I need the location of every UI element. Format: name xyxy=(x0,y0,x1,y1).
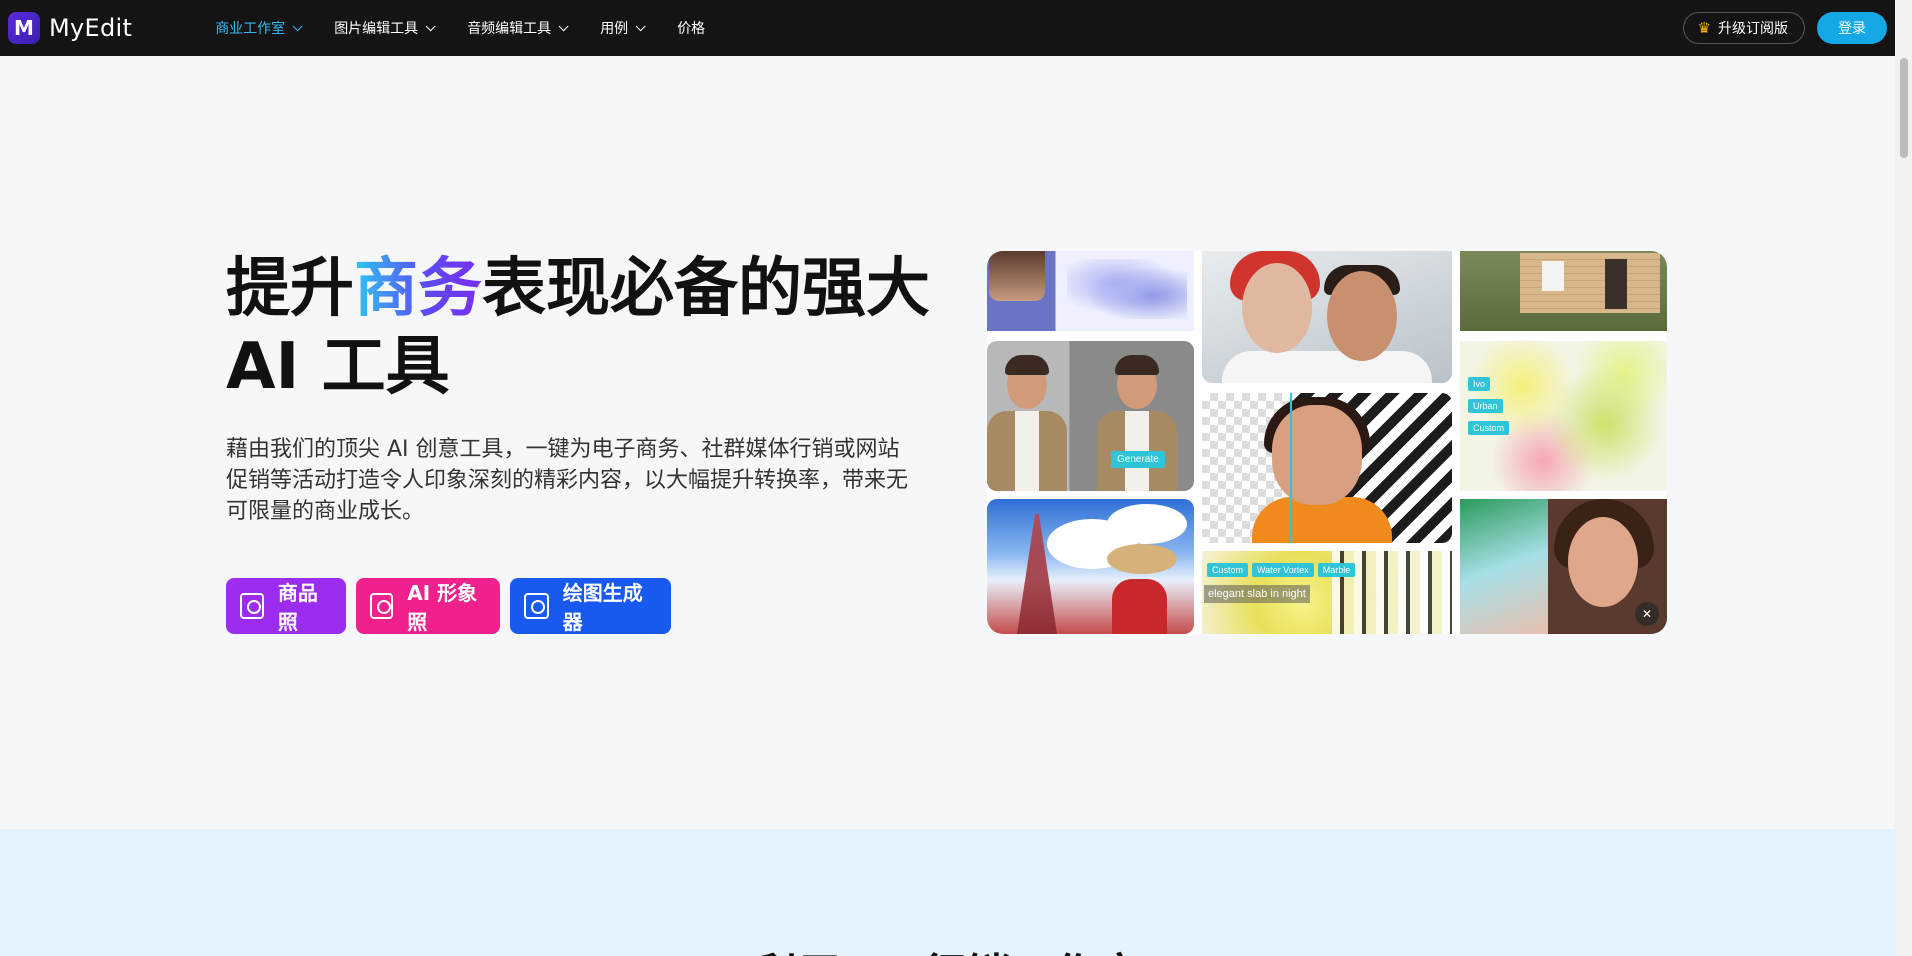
style-tag: Custom xyxy=(1207,563,1249,577)
mosaic-tile-travel xyxy=(987,499,1194,634)
page-scrollbar[interactable] xyxy=(1895,0,1912,956)
dress-image xyxy=(1112,579,1167,634)
main-menu: 商业工作室 图片编辑工具 音频编辑工具 用例 价格 xyxy=(215,18,740,38)
compare-divider xyxy=(1290,393,1292,543)
nav-item-business-studio[interactable]: 商业工作室 xyxy=(215,18,303,38)
style-tag: Custom xyxy=(1468,421,1510,435)
face-image xyxy=(1242,263,1312,353)
logo-text: MyEdit xyxy=(49,14,133,42)
person-image xyxy=(1097,351,1177,491)
person-image xyxy=(987,351,1067,491)
nav-item-use-cases[interactable]: 用例 xyxy=(600,18,646,38)
mosaic-tile-floral: Ivo Urban Custom xyxy=(1460,341,1667,491)
door-shape xyxy=(1605,259,1627,309)
mosaic-tile-couple xyxy=(1202,251,1452,383)
hero-title-highlight: 商务 xyxy=(354,252,482,326)
nav-item-pricing[interactable]: 价格 xyxy=(677,18,705,38)
top-navbar: M MyEdit 商业工作室 图片编辑工具 音频编辑工具 用例 价格 ♛ 升级订… xyxy=(0,0,1895,56)
face-image xyxy=(1568,517,1638,607)
mosaic-tile-texture: Custom Water Vortex Marble elegant slab … xyxy=(1202,551,1452,634)
chevron-down-icon xyxy=(558,20,569,31)
upgrade-button[interactable]: ♛ 升级订阅版 xyxy=(1682,12,1805,44)
cta-group: 商品照 AI 形象照 绘图生成器 xyxy=(226,578,681,634)
style-tag: Ivo xyxy=(1468,377,1491,391)
crown-icon: ♛ xyxy=(1697,19,1711,37)
hero-title-line2: AI 工具 xyxy=(226,330,450,404)
mosaic-tile-house xyxy=(1460,251,1667,331)
hero-title-post: 表现必备的强大 xyxy=(482,252,930,326)
generate-tag: Generate xyxy=(1111,451,1165,468)
section-title: 利用 AI 行销工作室 xyxy=(0,939,1895,956)
mosaic-tile-background-change: Generate xyxy=(987,341,1194,491)
nav-item-photo-tools[interactable]: 图片编辑工具 xyxy=(334,18,436,38)
nav-item-audio-tools[interactable]: 音频编辑工具 xyxy=(467,18,569,38)
sketch-image xyxy=(1067,259,1187,319)
nav-item-label: 音频编辑工具 xyxy=(467,21,552,37)
product-photo-icon xyxy=(240,593,264,619)
cloud-shape xyxy=(1107,504,1187,544)
style-tag: Marble xyxy=(1317,563,1356,577)
hero-title-pre: 提升 xyxy=(226,252,354,326)
cta-label: 绘图生成器 xyxy=(562,581,643,634)
hero-description: 藉由我们的顶尖 AI 创意工具，一键为电子商务、社群媒体行销或网站促销等活动打造… xyxy=(226,437,909,524)
portrait-image xyxy=(989,251,1045,301)
style-tags: Custom Water Vortex Marble xyxy=(1207,563,1359,577)
chevron-down-icon xyxy=(292,20,303,31)
logo-icon: M xyxy=(8,12,40,44)
nav-item-label: 商业工作室 xyxy=(215,21,286,37)
face-image xyxy=(1272,405,1362,505)
style-tag: Water Vortex xyxy=(1252,563,1314,577)
image-generator-button[interactable]: 绘图生成器 xyxy=(510,578,671,634)
image-generator-icon xyxy=(524,593,549,619)
mute-icon[interactable]: ✕ xyxy=(1635,602,1659,626)
nav-item-label: 价格 xyxy=(677,21,706,37)
nav-actions: ♛ 升级订阅版 登录 xyxy=(1682,12,1887,44)
hero-media-mosaic: Generate Custom Water Vortex Marble eleg… xyxy=(987,251,1667,634)
ai-portrait-button[interactable]: AI 形象照 xyxy=(356,578,500,634)
nav-item-label: 用例 xyxy=(600,21,629,37)
upgrade-label: 升级订阅版 xyxy=(1718,21,1788,37)
hero-title: 提升商务表现必备的强大 AI 工具 xyxy=(226,250,946,406)
style-tag: Urban xyxy=(1468,399,1503,413)
logo[interactable]: M MyEdit xyxy=(8,12,132,44)
product-photo-button[interactable]: 商品照 xyxy=(226,578,346,634)
window-shape xyxy=(1542,261,1564,291)
mosaic-tile-background-remover xyxy=(1202,393,1452,543)
prompt-text: elegant slab in night xyxy=(1204,585,1310,603)
cta-label: 商品照 xyxy=(277,581,318,634)
nav-item-label: 图片编辑工具 xyxy=(334,21,419,37)
hat-image xyxy=(1107,544,1177,574)
chevron-down-icon xyxy=(635,20,646,31)
portrait-icon xyxy=(370,593,394,619)
scrollbar-thumb[interactable] xyxy=(1900,58,1908,158)
chevron-down-icon xyxy=(425,20,436,31)
side-tags: Ivo Urban Custom xyxy=(1468,377,1513,443)
mosaic-tile-sketch xyxy=(987,251,1194,331)
login-button[interactable]: 登录 xyxy=(1817,12,1887,44)
face-image xyxy=(1327,271,1397,361)
features-section: 利用 AI 行销工作室 xyxy=(0,829,1895,956)
cta-label: AI 形象照 xyxy=(407,581,478,634)
